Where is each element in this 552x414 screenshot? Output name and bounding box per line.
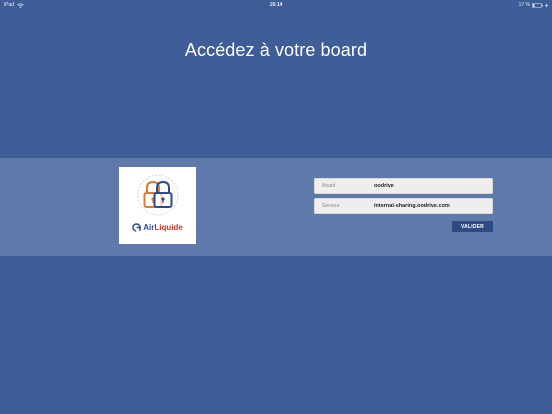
brand-liquide: Liquide — [154, 223, 183, 232]
charging-icon — [545, 2, 548, 8]
board-input[interactable]: oodrive — [374, 183, 394, 189]
clock: 16:14 — [269, 2, 283, 8]
status-bar: iPad 16:14 17 % — [0, 0, 552, 10]
board-logo: AirLiquide — [119, 167, 196, 244]
server-input[interactable]: internal-sharing.oodrive.com — [374, 203, 450, 209]
login-screen: iPad 16:14 17 % Accédez à votre board Ai… — [0, 0, 552, 414]
server-label: Serveur — [322, 203, 340, 209]
battery-percent: 17 % — [518, 2, 530, 8]
battery-icon — [532, 2, 543, 8]
airliquide-mark-icon — [132, 223, 141, 232]
airliquide-logo: AirLiquide — [132, 223, 183, 232]
server-field[interactable]: Serveur internal-sharing.oodrive.com — [314, 198, 493, 214]
board-label: Board — [322, 183, 336, 189]
login-panel: AirLiquide Board oodrive Serveur interna… — [0, 158, 552, 256]
validate-button[interactable]: VALIDER — [452, 221, 493, 232]
login-form: Board oodrive Serveur internal-sharing.o… — [314, 178, 493, 232]
board-field[interactable]: Board oodrive — [314, 178, 493, 194]
status-right: 17 % — [519, 0, 548, 10]
padlocks-icon — [136, 173, 180, 222]
page-title: Accédez à votre board — [184, 40, 368, 60]
brand-air: Air — [143, 223, 155, 232]
